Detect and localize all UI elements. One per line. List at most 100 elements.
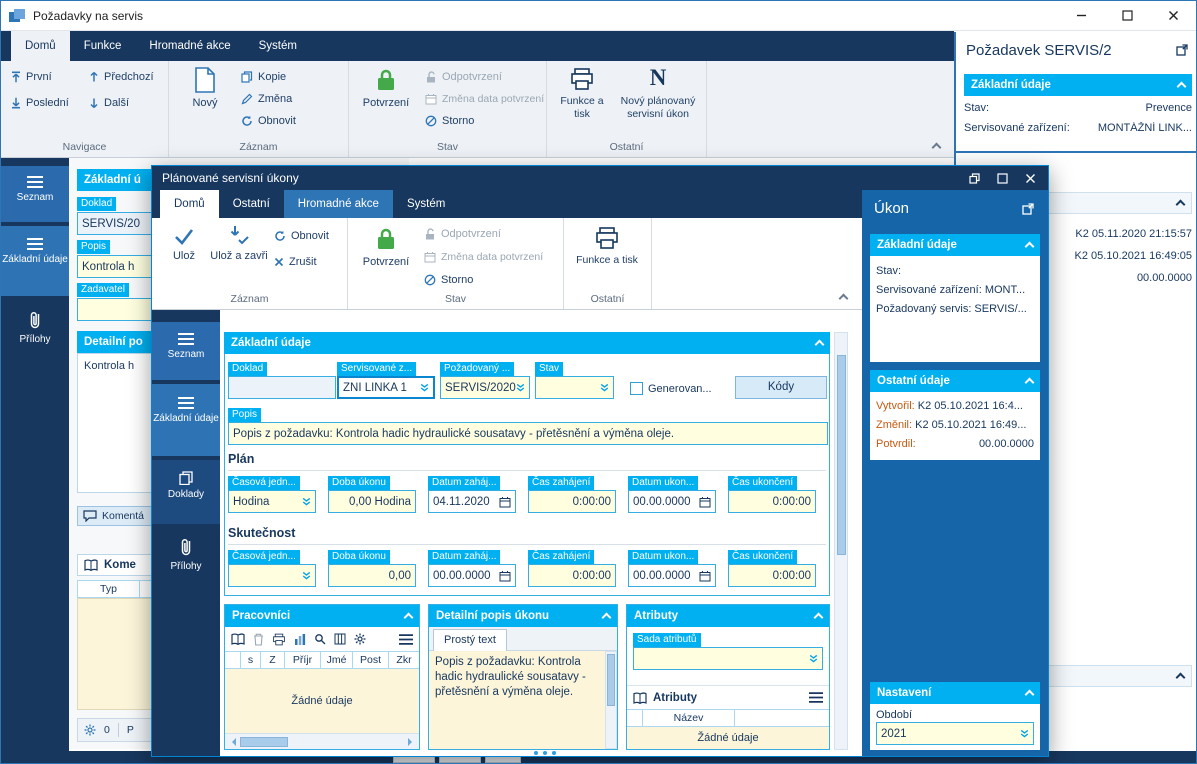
stav-combo[interactable] bbox=[535, 376, 614, 399]
zmena-data-potvrzeni-button[interactable]: Změna data potvrzení bbox=[425, 93, 544, 105]
dialog-tab-system[interactable]: Systém bbox=[393, 190, 459, 218]
dialog-sidebar-seznam[interactable]: Seznam bbox=[152, 322, 220, 380]
plan-datum-ukonceni-field[interactable]: 00.00.0000 bbox=[628, 490, 716, 513]
splitter-handle[interactable] bbox=[534, 751, 556, 755]
doklad-field[interactable] bbox=[228, 376, 336, 399]
plan-datum-zahajeni-field[interactable]: 04.11.2020 bbox=[428, 490, 516, 513]
sidebar-item-prilohy[interactable]: Přílohy bbox=[1, 300, 69, 358]
dialog-obnovit-button[interactable]: Obnovit bbox=[274, 230, 329, 242]
scroll-thumb[interactable] bbox=[837, 355, 846, 555]
skut-cas-ukonceni-field[interactable]: 0:00:00 bbox=[728, 564, 816, 587]
tab-hromadne-akce[interactable]: Hromadné akce bbox=[135, 31, 244, 61]
form-zakladni-header[interactable]: Základní údaje bbox=[224, 332, 830, 354]
dropdown-icon[interactable] bbox=[420, 383, 429, 392]
dialog-sidebar-doklady[interactable]: Doklady bbox=[152, 460, 220, 524]
atributy-header[interactable]: Atributy bbox=[627, 605, 829, 627]
maximize-button[interactable] bbox=[1104, 1, 1150, 30]
odpotvrzeni-button[interactable]: Odpotvrzení bbox=[425, 71, 502, 83]
dialog-potvrzeni-button[interactable]: Potvrzení bbox=[358, 226, 414, 269]
skut-datum-ukonceni-field[interactable]: 00.00.0000 bbox=[628, 564, 716, 587]
col-prijmeni[interactable]: Příjr bbox=[285, 652, 321, 668]
skut-doba-field[interactable]: 0,00 bbox=[328, 564, 416, 587]
detail-vscrollbar[interactable] bbox=[605, 651, 617, 749]
dialog-zrusit-button[interactable]: Zrušit bbox=[274, 256, 317, 268]
tab-funkce[interactable]: Funkce bbox=[70, 31, 136, 61]
scroll-left-icon[interactable] bbox=[228, 737, 236, 746]
zmena-button[interactable]: Změna bbox=[241, 93, 292, 105]
uloz-button[interactable]: Ulož bbox=[162, 226, 206, 263]
form-vscrollbar[interactable] bbox=[834, 332, 848, 750]
pane-splitter[interactable] bbox=[956, 151, 1196, 153]
predchozi-button[interactable]: Předchozí bbox=[89, 71, 154, 83]
search-icon[interactable] bbox=[314, 633, 326, 645]
novy-button[interactable]: Nový bbox=[181, 67, 229, 110]
plan-casova-combo[interactable]: Hodina bbox=[228, 490, 316, 513]
pozadovany-servis-combo[interactable]: SERVIS/2020 bbox=[440, 376, 530, 399]
sada-atributu-combo[interactable] bbox=[633, 647, 823, 670]
typ-column-header[interactable]: Typ bbox=[78, 581, 140, 597]
popis-field[interactable]: Popis z požadavku: Kontrola hadic hydrau… bbox=[228, 422, 828, 445]
servisovane-zarizeni-combo[interactable]: ŽNÍ LINKA 1 bbox=[337, 376, 435, 399]
funkce-a-tisk-button[interactable]: Funkce a tisk bbox=[553, 67, 611, 121]
dropdown-icon[interactable] bbox=[809, 654, 818, 663]
minimize-button[interactable] bbox=[1058, 1, 1104, 30]
pane-zakladni-header[interactable]: Základní údaje bbox=[964, 74, 1192, 96]
kopie-button[interactable]: Kopie bbox=[241, 71, 286, 83]
scroll-thumb[interactable] bbox=[607, 654, 615, 706]
col-zkr[interactable]: Zkr bbox=[389, 652, 419, 668]
calendar-icon[interactable] bbox=[499, 570, 511, 582]
chart-icon[interactable] bbox=[294, 633, 306, 645]
potvrzeni-button[interactable]: Potvrzení bbox=[357, 67, 415, 110]
col-z[interactable]: Z bbox=[261, 652, 285, 668]
scroll-thumb[interactable] bbox=[240, 736, 288, 747]
skut-datum-zahajeni-field[interactable]: 00.00.0000 bbox=[428, 564, 516, 587]
obdobi-combo[interactable]: 2021 bbox=[876, 722, 1034, 745]
dialog-sidebar-zakladni[interactable]: Základní údaje bbox=[152, 384, 220, 456]
dialog-close-button[interactable] bbox=[1016, 166, 1044, 190]
col-nazev[interactable]: Název bbox=[643, 710, 735, 726]
ukon-zakladni-header[interactable]: Základní údaje bbox=[870, 234, 1040, 256]
tab-prosty-text[interactable]: Prostý text bbox=[433, 629, 507, 651]
dialog-zmena-data-button[interactable]: Změna data potvrzení bbox=[424, 251, 543, 263]
browse-book-icon[interactable] bbox=[231, 633, 245, 645]
kody-button[interactable]: Kódy bbox=[735, 376, 827, 399]
dialog-tab-hromadne-akce[interactable]: Hromadné akce bbox=[283, 190, 393, 218]
dialog-tab-domu[interactable]: Domů bbox=[160, 190, 219, 218]
dialog-funkce-tisk-button[interactable]: Funkce a tisk bbox=[576, 226, 638, 267]
dialog-storno-button[interactable]: Storno bbox=[424, 274, 473, 286]
open-external-icon[interactable] bbox=[1176, 44, 1188, 56]
plan-cas-zahajeni-field[interactable]: 0:00:00 bbox=[528, 490, 616, 513]
nastaveni-header[interactable]: Nastavení bbox=[870, 682, 1040, 704]
print-icon[interactable] bbox=[272, 633, 286, 646]
dialog-sidebar-prilohy[interactable]: Přílohy bbox=[152, 528, 220, 586]
dropdown-icon[interactable] bbox=[302, 497, 311, 506]
storno-button[interactable]: Storno bbox=[425, 115, 474, 127]
dropdown-icon[interactable] bbox=[600, 383, 609, 392]
dialog-ribbon-collapse-icon[interactable] bbox=[838, 293, 849, 304]
col-post[interactable]: Post bbox=[353, 652, 389, 668]
plan-cas-ukonceni-field[interactable]: 0:00:00 bbox=[728, 490, 816, 513]
generovan-checkbox[interactable] bbox=[630, 382, 643, 395]
dalsi-button[interactable]: Další bbox=[89, 97, 129, 109]
posledni-button[interactable]: Poslední bbox=[11, 97, 69, 109]
pracovnici-header[interactable]: Pracovníci bbox=[225, 605, 419, 627]
col-s[interactable]: s bbox=[241, 652, 261, 668]
detail-text-area[interactable]: Popis z požadavku: Kontrola hadic hydrau… bbox=[429, 651, 605, 749]
ukon-ostatni-header[interactable]: Ostatní údaje bbox=[870, 370, 1040, 392]
dialog-odpotvrzeni-button[interactable]: Odpotvrzení bbox=[424, 228, 501, 240]
pracovnici-hscrollbar[interactable] bbox=[225, 733, 419, 749]
skut-cas-zahajeni-field[interactable]: 0:00:00 bbox=[528, 564, 616, 587]
skut-casova-combo[interactable] bbox=[228, 564, 316, 587]
gear-icon[interactable] bbox=[84, 724, 96, 736]
col-jmeno[interactable]: Jmé bbox=[321, 652, 353, 668]
calendar-icon[interactable] bbox=[499, 496, 511, 508]
ribbon-collapse-icon[interactable] bbox=[931, 142, 942, 153]
tab-domu[interactable]: Domů bbox=[11, 31, 70, 61]
dropdown-icon[interactable] bbox=[516, 383, 525, 392]
scroll-right-icon[interactable] bbox=[408, 737, 416, 746]
dialog-restore-button[interactable] bbox=[960, 166, 988, 190]
dialog-tab-ostatni[interactable]: Ostatní bbox=[219, 190, 284, 218]
sidebar-item-zakladni-udaje[interactable]: Základní údaje bbox=[1, 226, 69, 296]
uloz-a-zavri-button[interactable]: Ulož a zavři bbox=[210, 224, 268, 263]
sidebar-item-seznam[interactable]: Seznam bbox=[1, 166, 69, 222]
